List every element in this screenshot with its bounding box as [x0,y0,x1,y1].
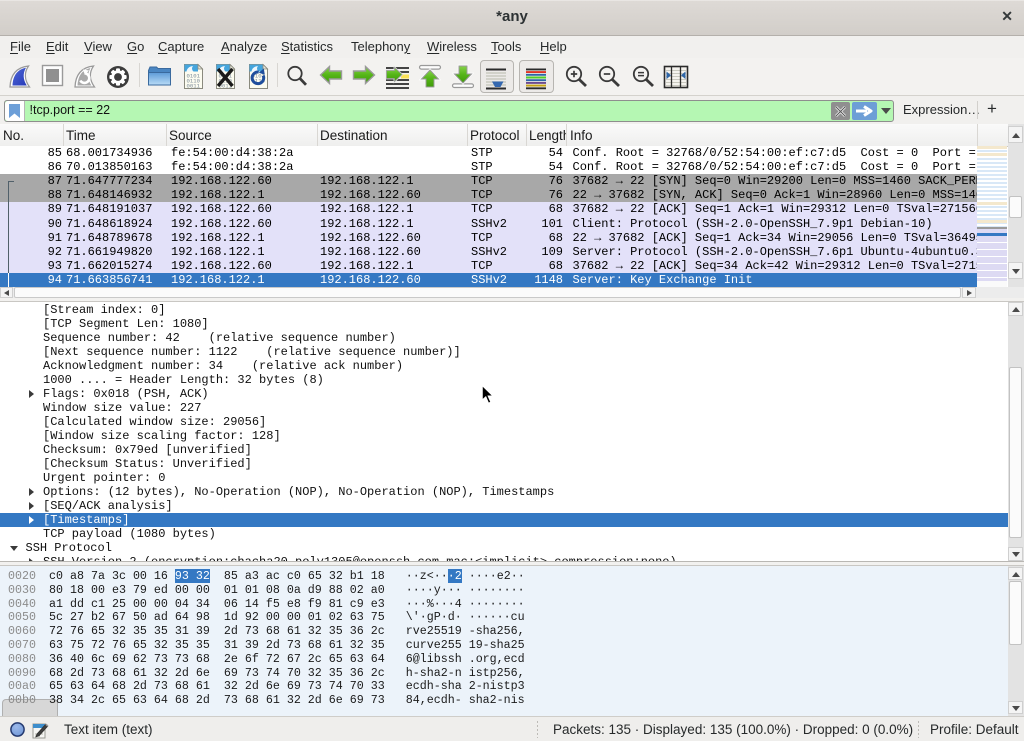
svg-text:0011: 0011 [187,83,201,90]
